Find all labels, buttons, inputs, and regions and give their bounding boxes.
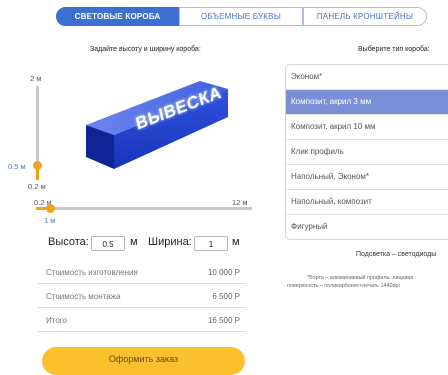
box-type-item[interactable]: Фигурный [286, 215, 448, 239]
width-field-label: Ширина: [148, 236, 192, 248]
footnote-line-2: поверхность – поликарбонат+печать 1440dp… [287, 283, 400, 289]
tab-bar: Световые короба Объемные буквы Панель кр… [56, 7, 427, 26]
cost-value: 16 500 Р [207, 316, 240, 325]
height-value-label: 0.5 м [8, 162, 26, 171]
tab-volume-letters[interactable]: Объемные буквы [179, 7, 303, 26]
footnote-line-1: *Борта – алюминиевый профиль, лицевая [307, 275, 414, 281]
height-input[interactable]: 0.5 [91, 236, 125, 251]
width-input[interactable]: 1 [194, 236, 228, 251]
cost-row-total: Итого 16 500 Р [38, 310, 246, 332]
height-field-label: Высота: [48, 236, 89, 248]
size-caption: Задайте высоту и ширину короба: [90, 46, 201, 53]
width-slider-handle[interactable] [46, 204, 55, 213]
tab-bracket-panel[interactable]: Панель кронштейны [303, 7, 427, 26]
cost-row-production: Стоимость изготовления 10 000 Р [38, 262, 246, 284]
cost-label: Итого [46, 316, 67, 325]
width-max-label: 12 м [232, 198, 248, 207]
box-type-list: Эконом* Композит, акрил 3 мм Композит, а… [285, 64, 448, 240]
box-type-item[interactable]: Композит, акрил 10 мм [286, 115, 448, 140]
width-slider-track[interactable] [36, 207, 252, 210]
box-type-item[interactable]: Напольный, композит [286, 190, 448, 215]
height-unit: м [130, 236, 138, 248]
cost-value: 10 000 Р [207, 268, 240, 277]
cost-label: Стоимость монтажа [46, 292, 121, 301]
type-caption: Выберите тип короба: [358, 46, 430, 53]
height-min-label: 0.2 м [28, 182, 46, 191]
backlight-note: Подсветка – светодиоды [356, 251, 437, 258]
box-type-item[interactable]: Напольный, Эконом* [286, 165, 448, 190]
cost-label: Стоимость изготовления [46, 268, 138, 277]
tab-light-boxes[interactable]: Световые короба [56, 7, 179, 26]
width-value-label: 1 м [44, 216, 56, 225]
height-max-label: 2 м [30, 74, 42, 83]
width-unit: м [232, 236, 240, 248]
sign-box-preview: ВЫВЕСКА [84, 79, 234, 174]
box-type-item[interactable]: Клик профиль [286, 140, 448, 165]
cost-row-installation: Стоимость монтажа 6 500 Р [38, 286, 246, 308]
box-type-item[interactable]: Эконом* [286, 65, 448, 90]
order-button[interactable]: Оформить заказ [42, 347, 245, 375]
cost-value: 6 500 Р [212, 292, 240, 301]
box-type-item-selected[interactable]: Композит, акрил 3 мм [286, 90, 448, 115]
height-slider-handle[interactable] [33, 161, 42, 170]
